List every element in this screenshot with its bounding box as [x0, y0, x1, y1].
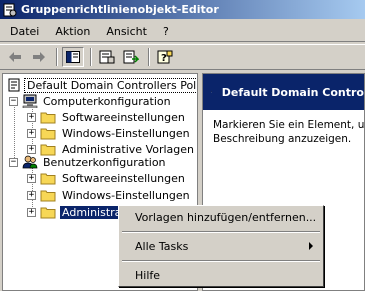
menu-ansicht[interactable]: Ansicht: [100, 25, 153, 38]
tree-item-uc-windows[interactable]: + Windows-Einstellungen: [27, 187, 192, 203]
folder-icon: [40, 112, 56, 123]
details-header: Default Domain Contro: [203, 74, 364, 110]
menu-datei[interactable]: Datei: [4, 25, 45, 38]
window-title: Gruppenrichtlinienobjekt-Editor: [21, 3, 219, 16]
description-line: Markieren Sie ein Element, um de: [213, 119, 365, 131]
menu-bar: Datei Aktion Ansicht ?: [0, 22, 365, 42]
tree-item-label: Windows-Einstellungen: [62, 126, 190, 140]
tree-item-benutzerkonfiguration[interactable]: − Benutzerkonfiguration: [9, 154, 168, 170]
help-icon: ?: [157, 50, 173, 64]
context-menu: Vorlagen hinzufügen/entfernen... Alle Ta…: [118, 205, 324, 287]
folder-icon: [40, 128, 56, 139]
svg-text:?: ?: [161, 53, 167, 64]
menu-item-label: Vorlagen hinzufügen/entfernen...: [135, 211, 317, 224]
tree-item-uc-software[interactable]: + Softwareeinstellungen: [27, 170, 187, 186]
menu-aktion[interactable]: Aktion: [49, 25, 96, 38]
expand-toggle[interactable]: +: [27, 190, 36, 200]
menu-separator: [122, 231, 320, 233]
expand-toggle[interactable]: +: [27, 128, 36, 138]
show-hide-tree-icon: [66, 51, 80, 63]
description-line: Beschreibung anzuzeigen.: [213, 133, 352, 145]
back-arrow-icon: [9, 52, 21, 62]
toolbar-separator: [148, 48, 150, 66]
users-icon: [22, 155, 38, 169]
show-hide-tree-button[interactable]: [62, 47, 84, 67]
properties-button[interactable]: [96, 47, 118, 67]
collapse-toggle[interactable]: −: [9, 157, 18, 167]
tree-root[interactable]: Default Domain Controllers Policy [s: [6, 77, 197, 93]
toolbar: ?: [0, 44, 365, 70]
forward-arrow-icon: [33, 52, 45, 62]
tree-item-label: Softwareeinstellungen: [62, 110, 185, 124]
tree-item-label: Softwareeinstellungen: [62, 171, 185, 185]
export-list-icon: [123, 50, 139, 64]
toolbar-separator: [90, 48, 92, 66]
back-button[interactable]: [4, 47, 26, 67]
menu-item-label: Hilfe: [135, 269, 161, 282]
tree-item-label: Windows-Einstellungen: [62, 188, 190, 202]
expand-toggle[interactable]: +: [27, 173, 36, 183]
policy-scroll-icon: [211, 91, 212, 93]
computer-icon: [22, 94, 38, 108]
help-button[interactable]: ?: [154, 47, 176, 67]
tree-item-cc-windows[interactable]: + Windows-Einstellungen: [27, 125, 192, 141]
folder-icon: [40, 190, 56, 201]
folder-icon: [40, 207, 56, 218]
properties-icon: [99, 50, 115, 64]
tree-item-cc-software[interactable]: + Softwareeinstellungen: [27, 109, 187, 125]
title-bar: Gruppenrichtlinienobjekt-Editor: [0, 0, 365, 19]
expand-toggle[interactable]: +: [27, 112, 36, 122]
details-description: Markieren Sie ein Element, um de Beschre…: [203, 110, 364, 154]
expand-toggle[interactable]: +: [27, 207, 36, 217]
policy-editor-icon: [3, 3, 17, 16]
menu-help[interactable]: ?: [157, 25, 175, 38]
tree-item-computerkonfiguration[interactable]: − Computerkonfiguration: [9, 93, 173, 109]
toolbar-separator: [56, 48, 58, 66]
export-list-button[interactable]: [120, 47, 142, 67]
tree-item-label: Computerkonfiguration: [43, 94, 171, 108]
menu-item-all-tasks[interactable]: Alle Tasks: [121, 237, 321, 256]
forward-button[interactable]: [28, 47, 50, 67]
policy-scroll-icon: [8, 78, 20, 92]
details-title: Default Domain Contro: [221, 85, 364, 99]
tree-item-label: Benutzerkonfiguration: [43, 155, 166, 169]
expand-toggle[interactable]: +: [27, 144, 36, 154]
menu-separator: [122, 260, 320, 262]
menu-item-help[interactable]: Hilfe: [121, 266, 321, 285]
folder-icon: [40, 173, 56, 184]
menu-item-label: Alle Tasks: [135, 240, 189, 253]
collapse-toggle[interactable]: −: [9, 96, 18, 106]
tree-root-label: Default Domain Controllers Policy [s: [24, 77, 197, 93]
submenu-arrow-icon: [309, 242, 313, 250]
menu-item-add-remove-templates[interactable]: Vorlagen hinzufügen/entfernen...: [121, 208, 321, 227]
